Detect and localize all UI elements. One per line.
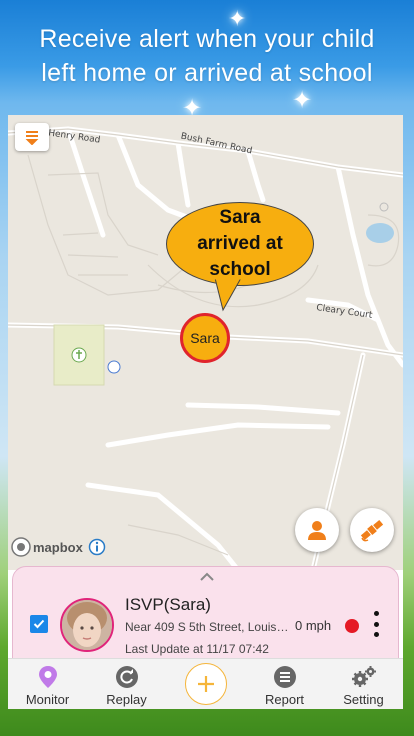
tab-label: Report (264, 692, 305, 707)
device-address: Near 409 S 5th Street, Louisville (125, 620, 293, 634)
add-icon (197, 676, 214, 692)
person-button[interactable] (295, 508, 339, 552)
layers-menu-icon[interactable] (15, 123, 49, 151)
alert-bubble: Sara arrived at school (166, 202, 314, 286)
child-location-marker[interactable]: Sara (180, 313, 230, 363)
chevron-up-icon[interactable] (199, 572, 215, 582)
last-update: Last Update at 11/17 07:42 (125, 642, 269, 656)
status-dot (345, 619, 359, 633)
mapbox-logo-icon (11, 537, 31, 557)
app-screen: Henry Road Bush Farm Road Cleary Court S… (8, 115, 403, 709)
satellite-icon (360, 519, 384, 542)
headline: Receive alert when your child left home … (0, 22, 414, 90)
tab-add[interactable] (166, 659, 245, 709)
tab-label: Replay (106, 692, 147, 707)
child-photo (62, 600, 112, 650)
tab-report[interactable]: Report (245, 659, 324, 709)
tab-label: Monitor (25, 692, 70, 707)
gears-icon (351, 666, 376, 687)
more-options-icon[interactable] (371, 611, 381, 637)
device-panel: ISVP(Sara) Near 409 S 5th Street, Louisv… (12, 566, 399, 661)
person-icon (308, 521, 326, 540)
satellite-button[interactable] (350, 508, 394, 552)
checkmark-icon (33, 619, 45, 629)
tab-monitor[interactable]: Monitor (8, 659, 87, 709)
mapbox-attribution[interactable]: mapbox (11, 537, 106, 557)
headline-line1: Receive alert when your child (39, 25, 375, 53)
device-checkbox[interactable] (30, 615, 48, 633)
replay-icon (115, 666, 138, 688)
avatar[interactable] (60, 598, 114, 652)
map-view[interactable]: Henry Road Bush Farm Road Cleary Court S… (8, 115, 403, 570)
headline-line2: left home or arrived at school (41, 59, 373, 87)
bottom-tab-bar: Monitor Replay Report Setting (8, 658, 403, 709)
report-icon (273, 666, 296, 688)
device-speed: 0 mph (295, 618, 332, 633)
sparkle-decoration: ✦ (292, 87, 313, 114)
device-name: ISVP(Sara) (125, 595, 211, 614)
alert-bubble-tail (214, 278, 242, 312)
mapbox-wordmark: mapbox (33, 539, 83, 555)
tab-replay[interactable]: Replay (87, 659, 166, 709)
alert-line2: arrived at (197, 233, 283, 254)
alert-line1: Sara (219, 207, 261, 228)
tab-label: Setting (343, 692, 384, 707)
marker-label: Sara (190, 330, 220, 346)
info-icon[interactable] (88, 538, 106, 556)
location-pin-icon (38, 666, 57, 688)
tab-setting[interactable]: Setting (324, 659, 403, 709)
add-button[interactable] (184, 663, 227, 705)
